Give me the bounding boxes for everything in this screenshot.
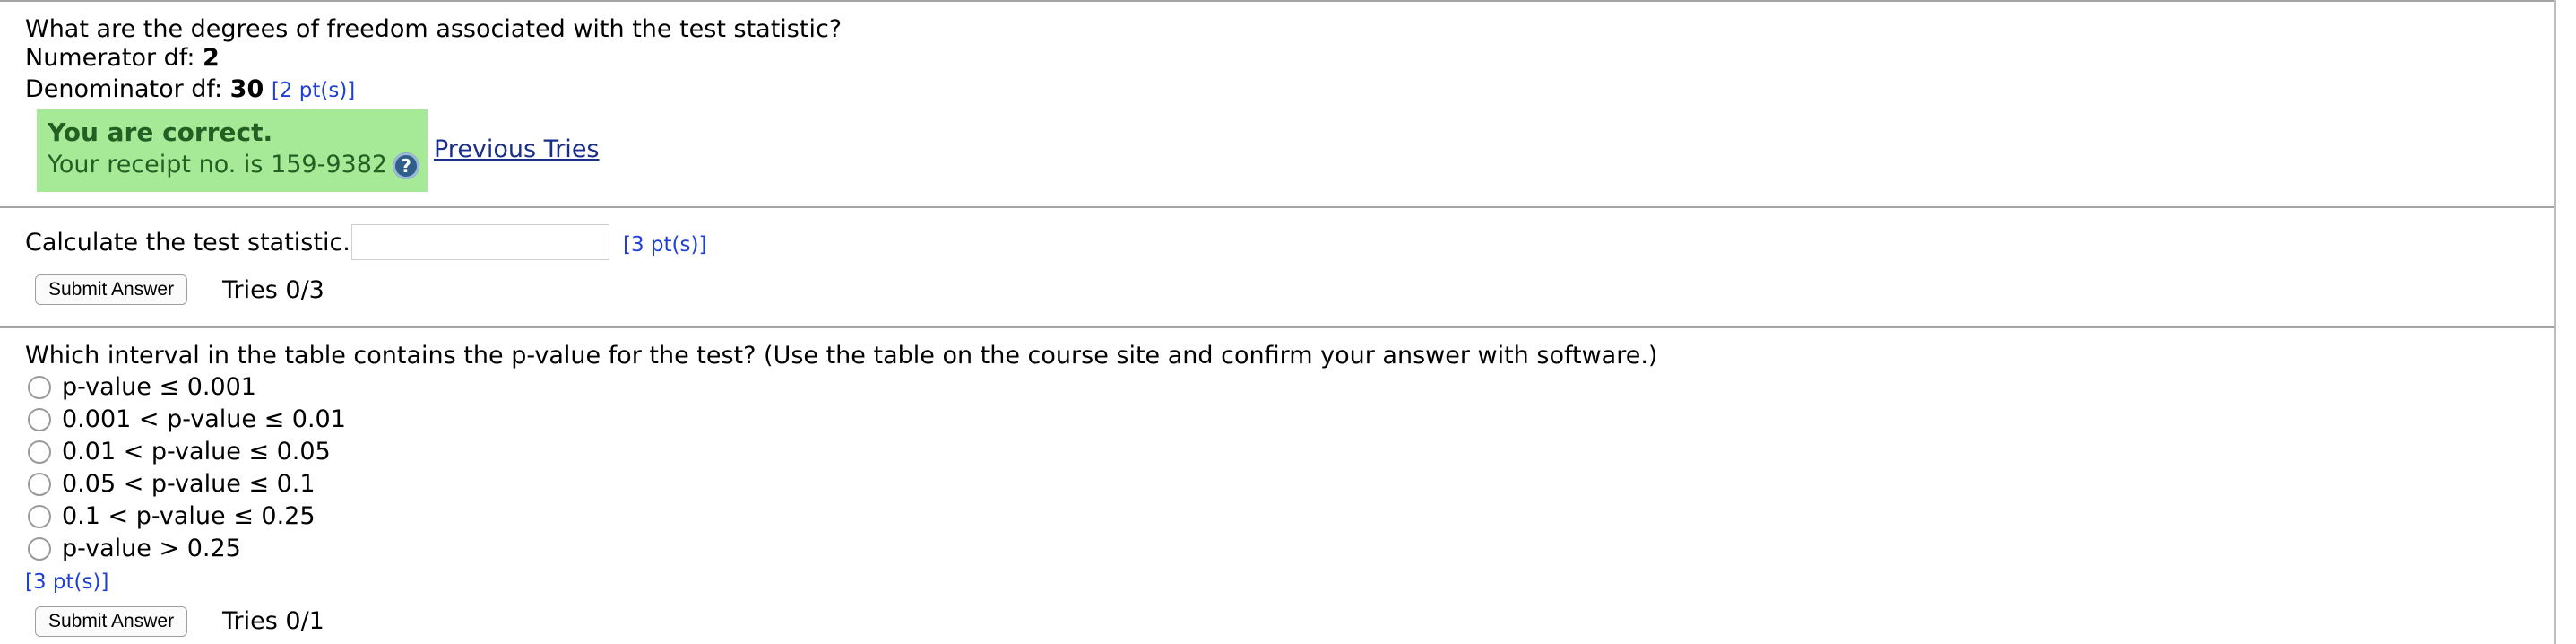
q2-submit-button[interactable]: Submit Answer (35, 274, 188, 305)
feedback-title: You are correct. (48, 117, 273, 147)
q2-question: Calculate the test statistic. (25, 229, 350, 257)
right-border (2554, 0, 2556, 644)
feedback-receipt-row: Your receipt no. is 159-9382? (48, 149, 428, 181)
q1-points: [2 pt(s)] (271, 79, 356, 102)
q1-question: What are the degrees of freedom associat… (25, 15, 843, 43)
feedback-receipt: Your receipt no. is 159-9382 (48, 151, 388, 178)
q3-question: Which interval in the table contains the… (25, 342, 1658, 370)
option-label-6: p-value > 0.25 (62, 535, 241, 562)
option-label-2: 0.001 < p-value ≤ 0.01 (62, 405, 346, 433)
option-radio-5[interactable] (28, 505, 51, 528)
test-statistic-input[interactable] (351, 224, 609, 260)
q2-points: [3 pt(s)] (623, 233, 707, 257)
denominator-df-label: Denominator df: (25, 75, 223, 103)
q3-points: [3 pt(s)] (25, 570, 109, 594)
option-label-5: 0.1 < p-value ≤ 0.25 (62, 502, 316, 530)
option-radio-3[interactable] (28, 440, 51, 464)
option-label-3: 0.01 < p-value ≤ 0.05 (62, 438, 331, 466)
numerator-df-row: Numerator df: 2 (25, 43, 220, 74)
option-radio-4[interactable] (28, 473, 51, 496)
correct-feedback-box: You are correct. Your receipt no. is 159… (37, 109, 428, 192)
option-label-1: p-value ≤ 0.001 (62, 373, 256, 401)
divider-1 (0, 206, 2554, 208)
option-label-4: 0.05 < p-value ≤ 0.1 (62, 470, 316, 498)
numerator-df-label: Numerator df: (25, 44, 195, 72)
divider-2 (0, 326, 2554, 328)
q3-tries: Tries 0/1 (222, 607, 324, 635)
option-radio-6[interactable] (28, 537, 51, 561)
help-icon[interactable]: ? (393, 152, 420, 179)
q2-tries: Tries 0/3 (222, 276, 324, 304)
denominator-df-value: 30 (229, 75, 264, 103)
q3-submit-button[interactable]: Submit Answer (35, 606, 188, 637)
top-divider (0, 0, 2554, 2)
option-radio-2[interactable] (28, 408, 51, 431)
previous-tries-link[interactable]: Previous Tries (434, 135, 600, 165)
denominator-df-row: Denominator df: 30 [2 pt(s)] (25, 74, 355, 106)
numerator-df-value: 2 (203, 44, 220, 72)
option-radio-1[interactable] (28, 376, 51, 399)
